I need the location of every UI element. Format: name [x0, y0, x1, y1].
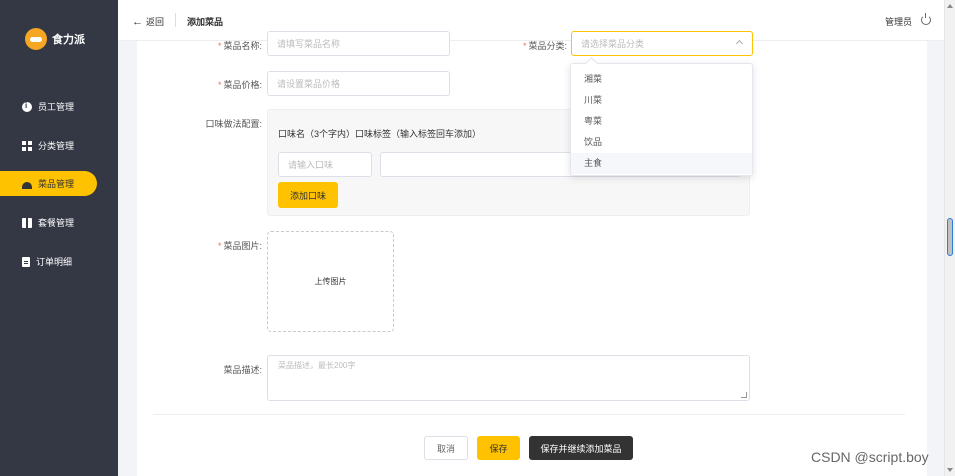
description-placeholder: 菜品描述，最长200字 — [278, 361, 356, 370]
flavor-name-placeholder: 请输入口味 — [288, 160, 334, 170]
price-placeholder: 请设置菜品价格 — [277, 79, 341, 89]
resize-handle-icon[interactable] — [741, 392, 747, 398]
image-upload[interactable]: 上传图片 — [267, 231, 394, 332]
description-textarea[interactable]: 菜品描述，最长200字 — [267, 355, 750, 401]
required-mark: * — [217, 80, 222, 90]
required-mark: * — [217, 241, 222, 251]
cloche-icon — [22, 179, 32, 189]
back-button[interactable]: ← 返回 — [132, 15, 164, 28]
save-button[interactable]: 保存 — [477, 436, 520, 460]
sidebar-item-label: 菜品管理 — [38, 179, 75, 189]
logo: 食力派 — [25, 28, 85, 50]
dish-name-label: * 菜品名称: — [200, 39, 262, 52]
category-option[interactable]: 川菜 — [571, 90, 752, 111]
gift-icon — [22, 217, 32, 228]
top-header: ← 返回 添加菜品 管理员 — [118, 0, 944, 41]
footer-divider — [153, 414, 905, 415]
cancel-button[interactable]: 取消 — [424, 436, 468, 460]
dish-name-input[interactable]: 请填写菜品名称 — [267, 31, 450, 56]
header-divider — [175, 13, 176, 27]
form-card — [137, 41, 927, 476]
price-label: * 菜品价格: — [200, 78, 262, 91]
info-circle-icon — [22, 101, 32, 112]
page-scrollbar[interactable] — [944, 0, 955, 476]
dish-name-label-text: 菜品名称: — [223, 41, 262, 51]
sidebar-item-label: 分类管理 — [38, 141, 75, 151]
sidebar-item-categories[interactable]: 分类管理 — [0, 133, 97, 158]
sidebar-item-label: 套餐管理 — [38, 218, 75, 228]
sidebar: 食力派 员工管理 分类管理 菜品管理 套餐管理 订单明细 — [0, 0, 118, 476]
user-name: 管理员 — [884, 17, 912, 27]
logo-icon — [25, 28, 47, 50]
category-label-text: 菜品分类: — [528, 41, 567, 51]
required-mark: * — [217, 41, 222, 51]
image-label: * 菜品图片: — [200, 239, 262, 252]
dish-name-placeholder: 请填写菜品名称 — [277, 39, 341, 49]
save-and-continue-button[interactable]: 保存并继续添加菜品 — [529, 436, 633, 460]
category-select[interactable]: 请选择菜品分类 — [571, 31, 753, 56]
grid-icon — [22, 140, 32, 151]
scrollbar-thumb[interactable] — [947, 218, 953, 256]
arrow-left-icon: ← — [132, 15, 143, 28]
flavor-name-input[interactable]: 请输入口味 — [278, 152, 372, 177]
sidebar-item-label: 订单明细 — [36, 257, 73, 267]
category-option[interactable]: 主食 — [571, 153, 752, 174]
sidebar-item-label: 员工管理 — [38, 102, 75, 112]
chevron-up-icon — [735, 39, 744, 48]
upload-text: 上传图片 — [314, 277, 347, 286]
price-label-text: 菜品价格: — [223, 80, 262, 90]
back-label: 返回 — [146, 17, 165, 27]
category-option[interactable]: 饮品 — [571, 132, 752, 153]
category-option[interactable]: 粤菜 — [571, 111, 752, 132]
flavor-label: 口味做法配置: — [205, 119, 262, 129]
power-icon[interactable] — [921, 13, 931, 25]
flavor-header: 口味名（3个字内）口味标签（输入标签回车添加） — [278, 129, 482, 139]
category-label: * 菜品分类: — [505, 39, 567, 52]
required-mark: * — [522, 41, 527, 51]
sidebar-item-setmeals[interactable]: 套餐管理 — [0, 210, 97, 235]
scroll-down-icon[interactable] — [947, 468, 953, 472]
sidebar-item-employees[interactable]: 员工管理 — [0, 94, 97, 119]
sidebar-item-dishes[interactable]: 菜品管理 — [0, 171, 97, 196]
image-label-text: 菜品图片: — [223, 241, 262, 251]
scroll-up-icon[interactable] — [947, 4, 953, 8]
category-option[interactable]: 湘菜 — [571, 69, 752, 90]
price-input[interactable]: 请设置菜品价格 — [267, 71, 450, 96]
category-dropdown: 湘菜 川菜 粤菜 饮品 主食 — [570, 63, 753, 176]
logo-text: 食力派 — [52, 34, 85, 46]
clipboard-icon — [22, 256, 30, 267]
page-title: 添加菜品 — [187, 17, 224, 27]
watermark: CSDN @script.boy — [811, 449, 929, 465]
category-placeholder: 请选择菜品分类 — [581, 39, 645, 49]
desc-label: 菜品描述: — [223, 365, 262, 375]
sidebar-item-orders[interactable]: 订单明细 — [0, 249, 97, 274]
add-flavor-button[interactable]: 添加口味 — [278, 182, 338, 208]
